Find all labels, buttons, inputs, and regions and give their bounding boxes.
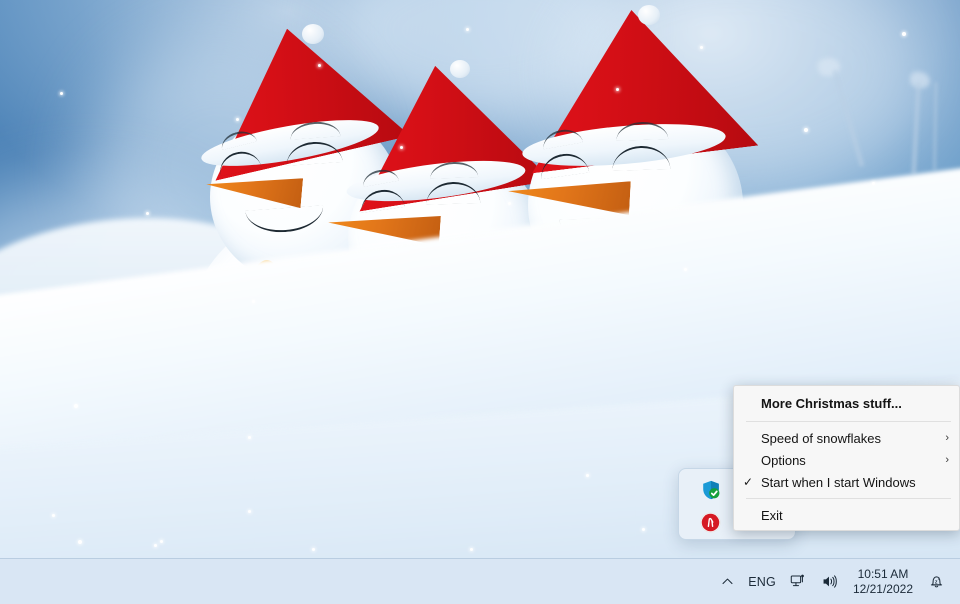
menu-item-label: Exit (761, 507, 783, 523)
speaker-icon (823, 575, 837, 588)
menu-item-start-when-i-start-windows[interactable]: ✓ Start when I start Windows (734, 471, 959, 493)
red-app-icon[interactable] (695, 507, 727, 537)
snowflake (236, 118, 239, 121)
windows-security-icon[interactable] (695, 475, 727, 505)
chevron-right-icon: › (945, 432, 949, 444)
snowflake (804, 128, 808, 132)
santa-hat-pom (450, 60, 470, 78)
show-hidden-icons-button[interactable] (714, 563, 741, 601)
snowflake (586, 474, 589, 477)
snowflake (318, 64, 321, 67)
network-icon (790, 574, 804, 587)
snowflake (616, 88, 619, 91)
menu-item-label: Options (761, 452, 806, 468)
desktop-screen: More Christmas stuff... Speed of snowfla… (0, 0, 960, 604)
tray-context-menu[interactable]: More Christmas stuff... Speed of snowfla… (733, 385, 960, 531)
menu-item-label: Speed of snowflakes (761, 430, 881, 446)
checkmark-icon: ✓ (743, 475, 754, 489)
menu-item-exit[interactable]: Exit (734, 504, 959, 526)
snowflake (248, 510, 251, 513)
snowflake (74, 404, 78, 408)
snowflake (146, 212, 149, 215)
shield-icon (702, 480, 719, 500)
snowflake (466, 28, 469, 31)
system-tray: ENG 10:51 AM 12/21/2022 z z (714, 559, 960, 604)
network-button[interactable] (783, 563, 814, 601)
snowflake (78, 540, 82, 544)
svg-text:z: z (938, 575, 940, 580)
notifications-button[interactable]: z z (921, 563, 952, 601)
snowflake (470, 548, 473, 551)
menu-separator (746, 498, 951, 499)
snowflake (700, 46, 703, 49)
snowflake (60, 92, 63, 95)
snowflake (684, 268, 687, 271)
language-indicator[interactable]: ENG (741, 563, 783, 601)
menu-item-label: Start when I start Windows (761, 474, 916, 490)
clock-date: 12/21/2022 (852, 581, 913, 596)
santa-hat-pom (638, 5, 660, 25)
taskbar: ENG 10:51 AM 12/21/2022 z z (0, 558, 960, 604)
snowflake (248, 436, 251, 439)
menu-item-options[interactable]: Options › (734, 449, 959, 471)
clock-time: 10:51 AM (857, 566, 909, 581)
snowflake (252, 300, 255, 303)
language-label: ENG (748, 574, 776, 589)
snowflake (642, 528, 645, 531)
snowflake (400, 146, 403, 149)
snowflake (902, 32, 906, 36)
menu-item-more-christmas-stuff[interactable]: More Christmas stuff... (734, 391, 959, 416)
snowflake (508, 202, 511, 205)
menu-item-label: More Christmas stuff... (761, 396, 902, 411)
volume-button[interactable] (814, 563, 845, 601)
menu-item-speed-of-snowflakes[interactable]: Speed of snowflakes › (734, 427, 959, 449)
chevron-right-icon: › (945, 454, 949, 466)
snowflake (312, 548, 315, 551)
red-circle-icon (700, 511, 721, 533)
ski-pole (932, 81, 938, 171)
snowflake (160, 540, 163, 543)
clock-button[interactable]: 10:51 AM 12/21/2022 (845, 563, 921, 601)
chevron-up-icon (722, 578, 733, 585)
bell-dnd-icon: z z (930, 575, 943, 588)
snowflake (154, 544, 157, 547)
santa-hat-pom (302, 24, 324, 44)
menu-separator (746, 421, 951, 422)
snowflake (52, 514, 55, 517)
snowflake (872, 182, 875, 185)
